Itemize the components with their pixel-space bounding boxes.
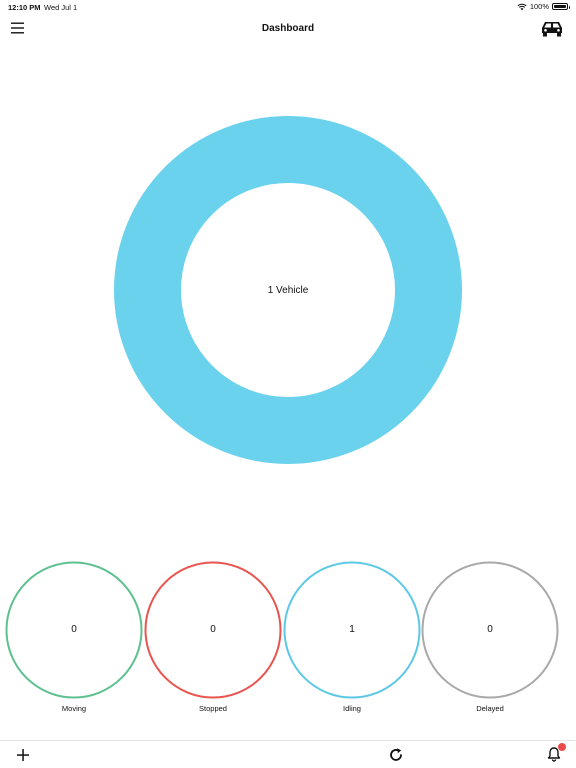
- stat-moving[interactable]: 0 Moving: [4, 560, 144, 720]
- wifi-icon: [517, 3, 527, 10]
- page-title: Dashboard: [261, 23, 315, 34]
- status-stats-row: 0 Moving 0 Stopped 1 Idling 0 Delayed: [0, 560, 576, 720]
- donut-center-label: 1 Vehicle: [267, 285, 309, 296]
- status-time: 12:10 PM: [8, 3, 41, 12]
- stat-delayed-value: 0: [487, 624, 493, 635]
- stat-stopped-value: 0: [210, 624, 216, 635]
- vehicle-donut-chart: 1 Vehicle: [112, 114, 464, 466]
- stat-moving-value: 0: [71, 624, 77, 635]
- notification-badge: [558, 743, 566, 751]
- status-bar: 12:10 PM Wed Jul 1 100%: [0, 0, 576, 14]
- notifications-button[interactable]: [546, 743, 566, 762]
- stat-stopped-label: Stopped: [199, 704, 227, 713]
- stat-idling-label: Idling: [343, 704, 361, 713]
- stat-stopped[interactable]: 0 Stopped: [143, 560, 283, 720]
- dashboard-screen: 12:10 PM Wed Jul 1 100% Dashboard 1 Vehi…: [0, 0, 576, 768]
- plus-icon[interactable]: [15, 747, 31, 763]
- stat-delayed-label: Delayed: [476, 704, 504, 713]
- stat-moving-label: Moving: [61, 704, 87, 713]
- stat-idling-value: 1: [349, 624, 355, 635]
- battery-percent: 100%: [529, 2, 549, 11]
- refresh-icon[interactable]: [388, 747, 404, 763]
- car-icon[interactable]: [540, 18, 564, 38]
- stat-idling[interactable]: 1 Idling: [282, 560, 422, 720]
- status-indicators: 100%: [517, 2, 570, 11]
- bottom-toolbar: [0, 740, 576, 768]
- nav-bar: Dashboard: [0, 14, 576, 44]
- battery-level: [554, 5, 566, 8]
- stat-delayed[interactable]: 0 Delayed: [420, 560, 560, 720]
- battery-icon: [552, 3, 570, 10]
- status-date: Wed Jul 1: [44, 3, 78, 12]
